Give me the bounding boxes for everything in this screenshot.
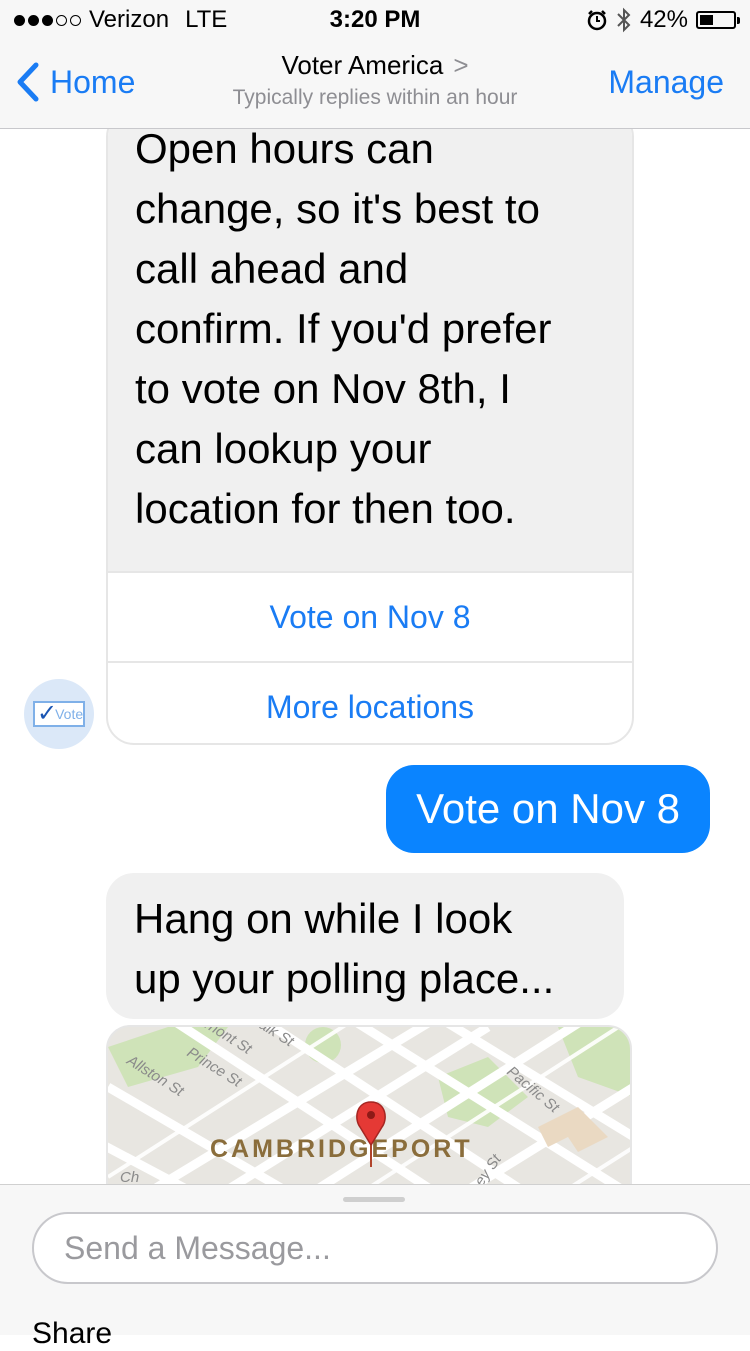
- avatar-label: Vote: [55, 706, 84, 722]
- drag-handle[interactable]: [343, 1197, 405, 1202]
- message-input[interactable]: [32, 1212, 718, 1284]
- chat-thread[interactable]: Open hours can change, so it's best to c…: [0, 129, 750, 1184]
- outgoing-message: Vote on Nov 8: [386, 765, 710, 853]
- navigation-bar: Home Voter America > Typically replies wi…: [0, 40, 750, 129]
- chevron-right-icon: >: [453, 50, 469, 80]
- avatar[interactable]: ✓ Vote: [24, 679, 94, 749]
- map-preview[interactable]: Allston St Prince St Pacific St mont St …: [106, 1025, 632, 1184]
- battery-percent: 42%: [639, 6, 688, 33]
- street-label: Ch: [120, 1169, 139, 1184]
- battery-level: [700, 15, 714, 25]
- vote-logo: ✓ Vote: [33, 701, 85, 727]
- share-button[interactable]: Share: [32, 1317, 112, 1351]
- checkmark-icon: ✓: [37, 700, 58, 727]
- status-bar: Verizon LTE 3:20 PM 42%: [0, 0, 750, 40]
- manage-button[interactable]: Manage: [608, 64, 724, 101]
- alarm-icon: [587, 10, 607, 31]
- page-title: Voter America: [281, 50, 444, 80]
- incoming-message: Hang on while I look up your polling pla…: [106, 873, 624, 1019]
- battery-icon: [696, 11, 740, 29]
- vote-on-nov-8-button[interactable]: Vote on Nov 8: [108, 571, 632, 661]
- map-area-label: CAMBRIDGEPORT: [210, 1135, 473, 1163]
- status-right: 42%: [586, 6, 740, 34]
- bluetooth-icon: [617, 7, 631, 33]
- bot-message-card: Open hours can change, so it's best to c…: [106, 129, 634, 745]
- bot-message-text: Open hours can change, so it's best to c…: [108, 129, 632, 571]
- more-locations-button[interactable]: More locations: [108, 661, 632, 743]
- map-image: Allston St Prince St Pacific St mont St …: [108, 1027, 630, 1184]
- message-composer: Share: [0, 1184, 750, 1350]
